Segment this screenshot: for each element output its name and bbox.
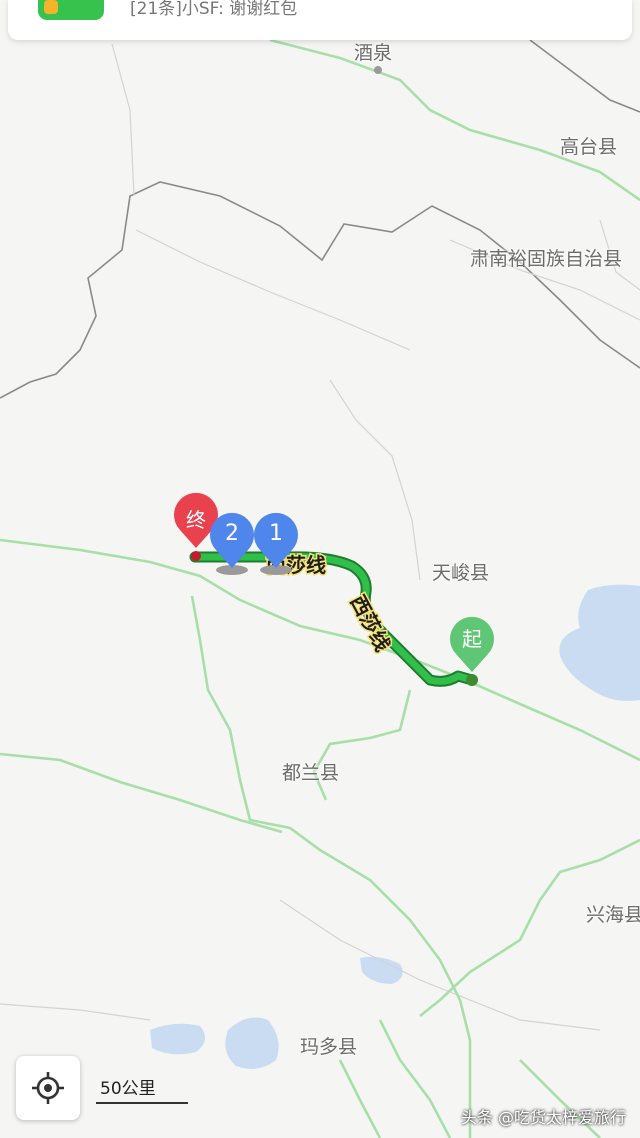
lake-south-2 xyxy=(225,1017,279,1069)
place-label-tianjun: 天峻县 xyxy=(432,562,490,584)
city-dot-jiuquan xyxy=(374,66,382,74)
chat-bubble-icon xyxy=(44,0,58,14)
scale-label: 50公里 xyxy=(100,1079,156,1099)
notification-banner[interactable]: [21条]小SF: 谢谢红包 xyxy=(8,0,632,40)
svg-text:西莎线: 西莎线 xyxy=(346,591,395,655)
road-label-xisha-2: 西莎线 xyxy=(344,590,396,657)
place-label-sunan: 肃南裕固族自治县 xyxy=(470,248,623,270)
map-scale-bar: 50公里 xyxy=(96,1076,188,1104)
notification-message: [21条]小SF: 谢谢红包 xyxy=(130,0,298,19)
map-canvas[interactable]: 西莎线 西莎线 终 2 1 起 xyxy=(0,0,640,1138)
place-label-dulan: 都兰县 xyxy=(282,762,340,784)
svg-text:起: 起 xyxy=(462,627,482,651)
svg-text:终: 终 xyxy=(186,508,206,532)
lake-qinghai xyxy=(559,584,640,701)
watermark-text: 头条 @吃货太梓爱旅行 xyxy=(460,1108,626,1127)
place-label-xinghai: 兴海县 xyxy=(586,904,640,926)
lake-south-1 xyxy=(150,1023,206,1055)
place-label-jiuquan: 酒泉 xyxy=(354,42,393,64)
locate-button[interactable] xyxy=(16,1056,80,1120)
place-label-gaotai: 高台县 xyxy=(560,136,618,158)
locate-crosshair-icon xyxy=(32,1072,64,1104)
svg-text:2: 2 xyxy=(225,521,239,546)
province-boundary xyxy=(0,39,640,399)
county-boundaries xyxy=(0,43,640,1031)
svg-text:1: 1 xyxy=(269,521,283,546)
route-line-inner xyxy=(191,553,476,685)
start-marker[interactable]: 起 xyxy=(450,616,494,672)
place-label-maduo: 玛多县 xyxy=(300,1036,358,1058)
roads xyxy=(0,38,640,1138)
wechat-app-icon xyxy=(38,0,104,20)
route-line xyxy=(189,551,478,687)
